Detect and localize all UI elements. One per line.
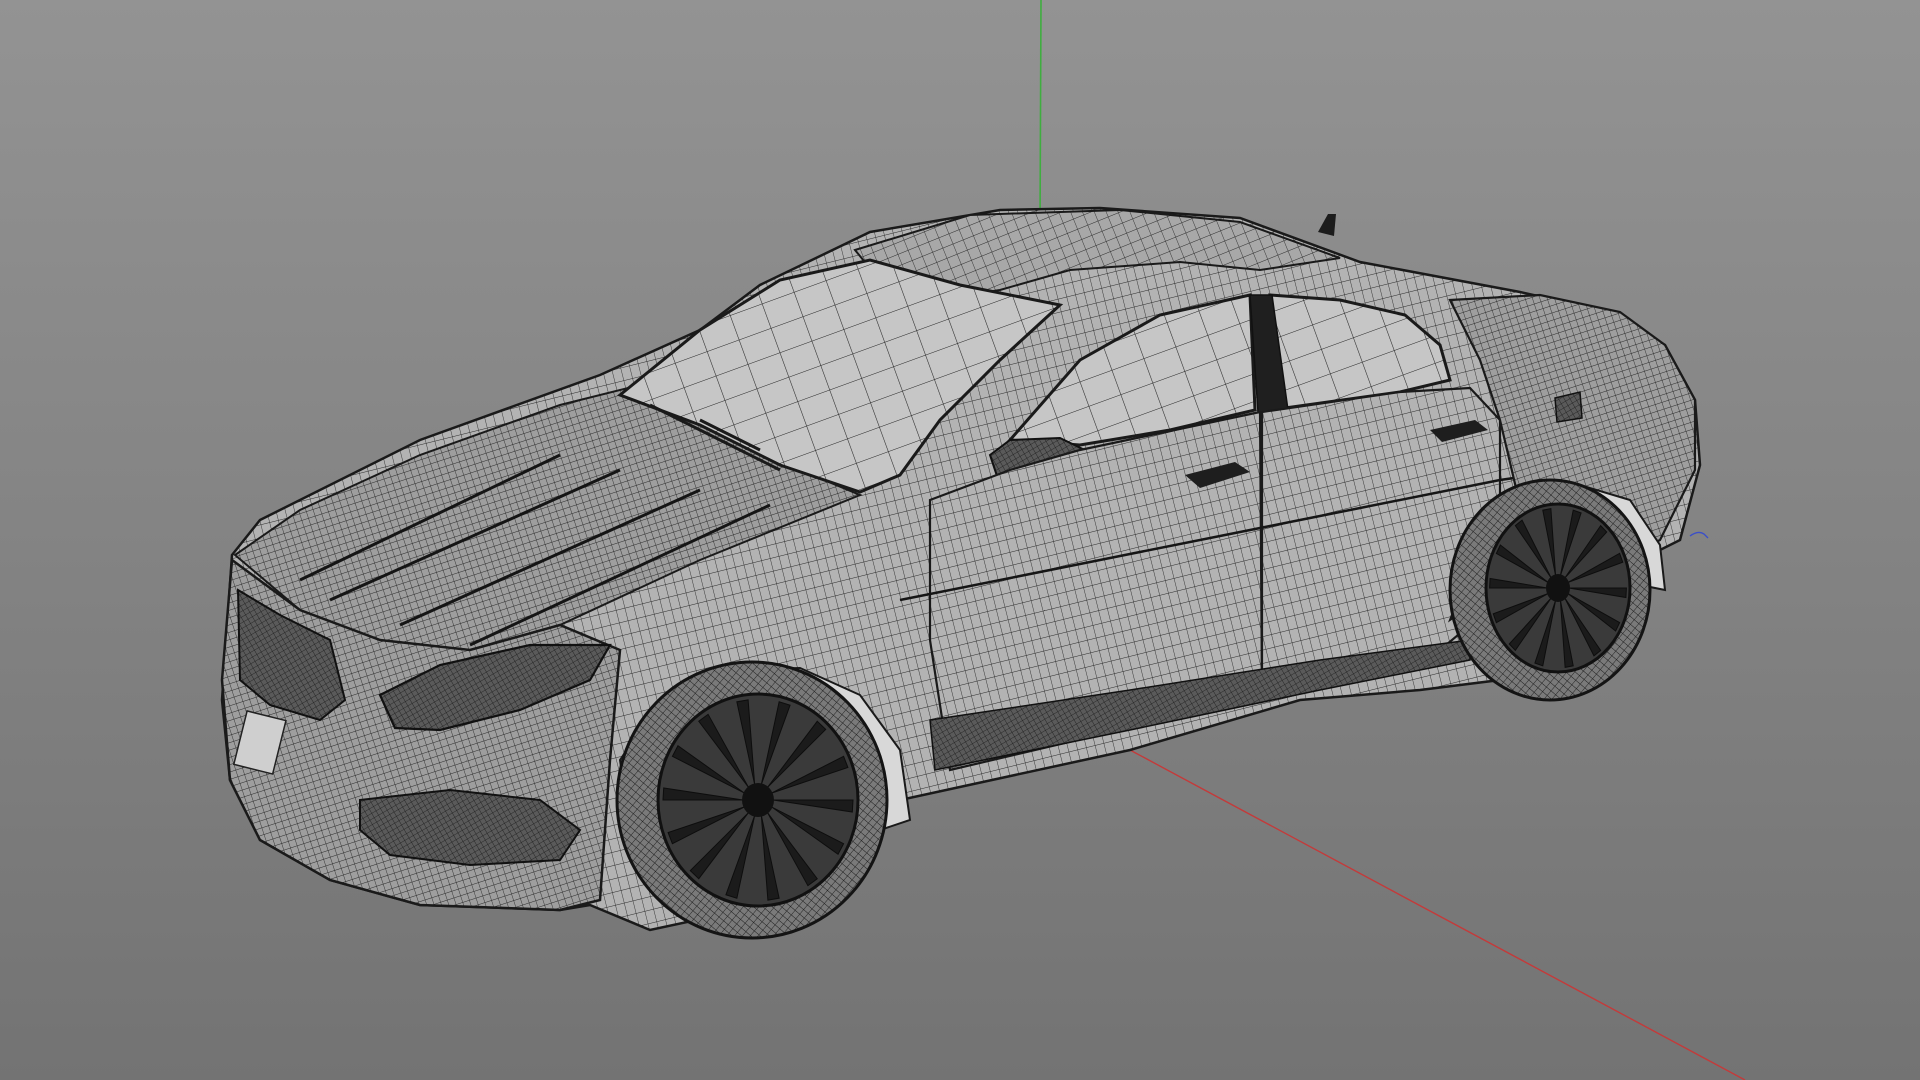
rear-wheel[interactable]: [1448, 478, 1652, 702]
roof-antenna: [1318, 214, 1336, 236]
y-axis-line: [1039, 0, 1042, 231]
rear-hub: [1546, 574, 1570, 602]
front-wheel[interactable]: [615, 660, 889, 940]
3d-viewport[interactable]: [0, 0, 1920, 1080]
fuel-cap[interactable]: [1554, 391, 1583, 423]
car-wireframe-model[interactable]: [220, 206, 1702, 940]
z-axis-marker: [1689, 531, 1709, 539]
viewport-scene[interactable]: [0, 0, 1920, 1080]
x-axis-line: [1129, 749, 1746, 1080]
front-hub: [742, 783, 774, 817]
